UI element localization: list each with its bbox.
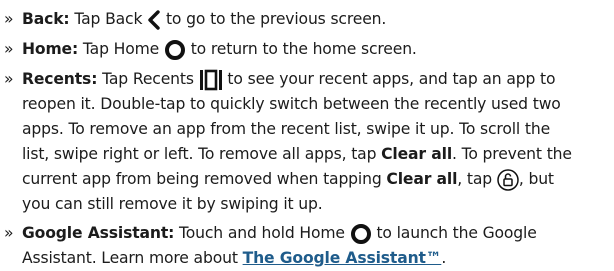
item-line: reopen it. Double-tap to quickly switch … bbox=[22, 95, 561, 113]
back-chevron-icon bbox=[147, 9, 161, 30]
item-line: » Recents: Tap Recents to see your recent… bbox=[4, 67, 612, 92]
bullet: » bbox=[4, 10, 14, 28]
item-line: list, swipe right or left. To remove all… bbox=[4, 142, 612, 167]
lock-icon bbox=[497, 168, 519, 191]
home-circle-icon bbox=[164, 39, 186, 61]
list-item-back: » Back: Tap Back to go to the previous sc… bbox=[4, 7, 612, 32]
item-line: » Google Assistant: Touch and hold Home t… bbox=[4, 221, 612, 246]
home-circle-icon bbox=[350, 223, 372, 245]
item-line: apps. To remove an app from the recent l… bbox=[22, 120, 551, 138]
item-line: Assistant. Learn more about The Google A… bbox=[4, 246, 612, 271]
navigation-help-list: » Back: Tap Back to go to the previous sc… bbox=[0, 0, 614, 267]
list-item-home: » Home: Tap Home to return to the home sc… bbox=[4, 37, 612, 62]
text-span: Tap Home bbox=[78, 40, 164, 58]
clear-all-label: Clear all bbox=[381, 145, 453, 163]
item-line: » Home: Tap Home to return to the home sc… bbox=[4, 37, 612, 62]
item-term: Google Assistant: bbox=[22, 224, 175, 242]
bullet: » bbox=[4, 40, 14, 58]
google-assistant-link[interactable]: The Google Assistant™ bbox=[243, 249, 442, 267]
text-span: Tap Recents bbox=[97, 70, 199, 88]
recents-icon bbox=[199, 69, 223, 91]
list-item-recents: » Recents: Tap Recents to see your recent… bbox=[4, 67, 612, 217]
text-span: to return to the home screen. bbox=[185, 40, 417, 58]
text-span: Tap Back bbox=[69, 10, 148, 28]
item-line: » Back: Tap Back to go to the previous sc… bbox=[4, 7, 612, 32]
text-span: list, swipe right or left. To remove all… bbox=[22, 145, 382, 163]
text-span: to go to the previous screen. bbox=[161, 10, 387, 28]
text-span: , but bbox=[518, 170, 554, 188]
item-term: Back: bbox=[22, 10, 70, 28]
text-span: . bbox=[441, 249, 447, 267]
item-line: current app from being removed when tapp… bbox=[4, 167, 612, 192]
text-span: to see your recent apps, and tap an app … bbox=[222, 70, 556, 88]
item-line: you can still remove it by swiping it up… bbox=[22, 195, 323, 213]
text-span: to launch the Google bbox=[371, 224, 537, 242]
text-span: Assistant. Learn more about bbox=[22, 249, 243, 267]
list-item-google-assistant: » Google Assistant: Touch and hold Home t… bbox=[4, 221, 612, 271]
text-span: , tap bbox=[457, 170, 497, 188]
item-term: Home: bbox=[22, 40, 79, 58]
bullet: » bbox=[4, 224, 14, 242]
bullet: » bbox=[4, 70, 14, 88]
text-span: current app from being removed when tapp… bbox=[22, 170, 387, 188]
text-span: . To prevent the bbox=[452, 145, 572, 163]
text-span: Touch and hold Home bbox=[174, 224, 350, 242]
clear-all-label: Clear all bbox=[386, 170, 458, 188]
item-term: Recents: bbox=[22, 70, 98, 88]
